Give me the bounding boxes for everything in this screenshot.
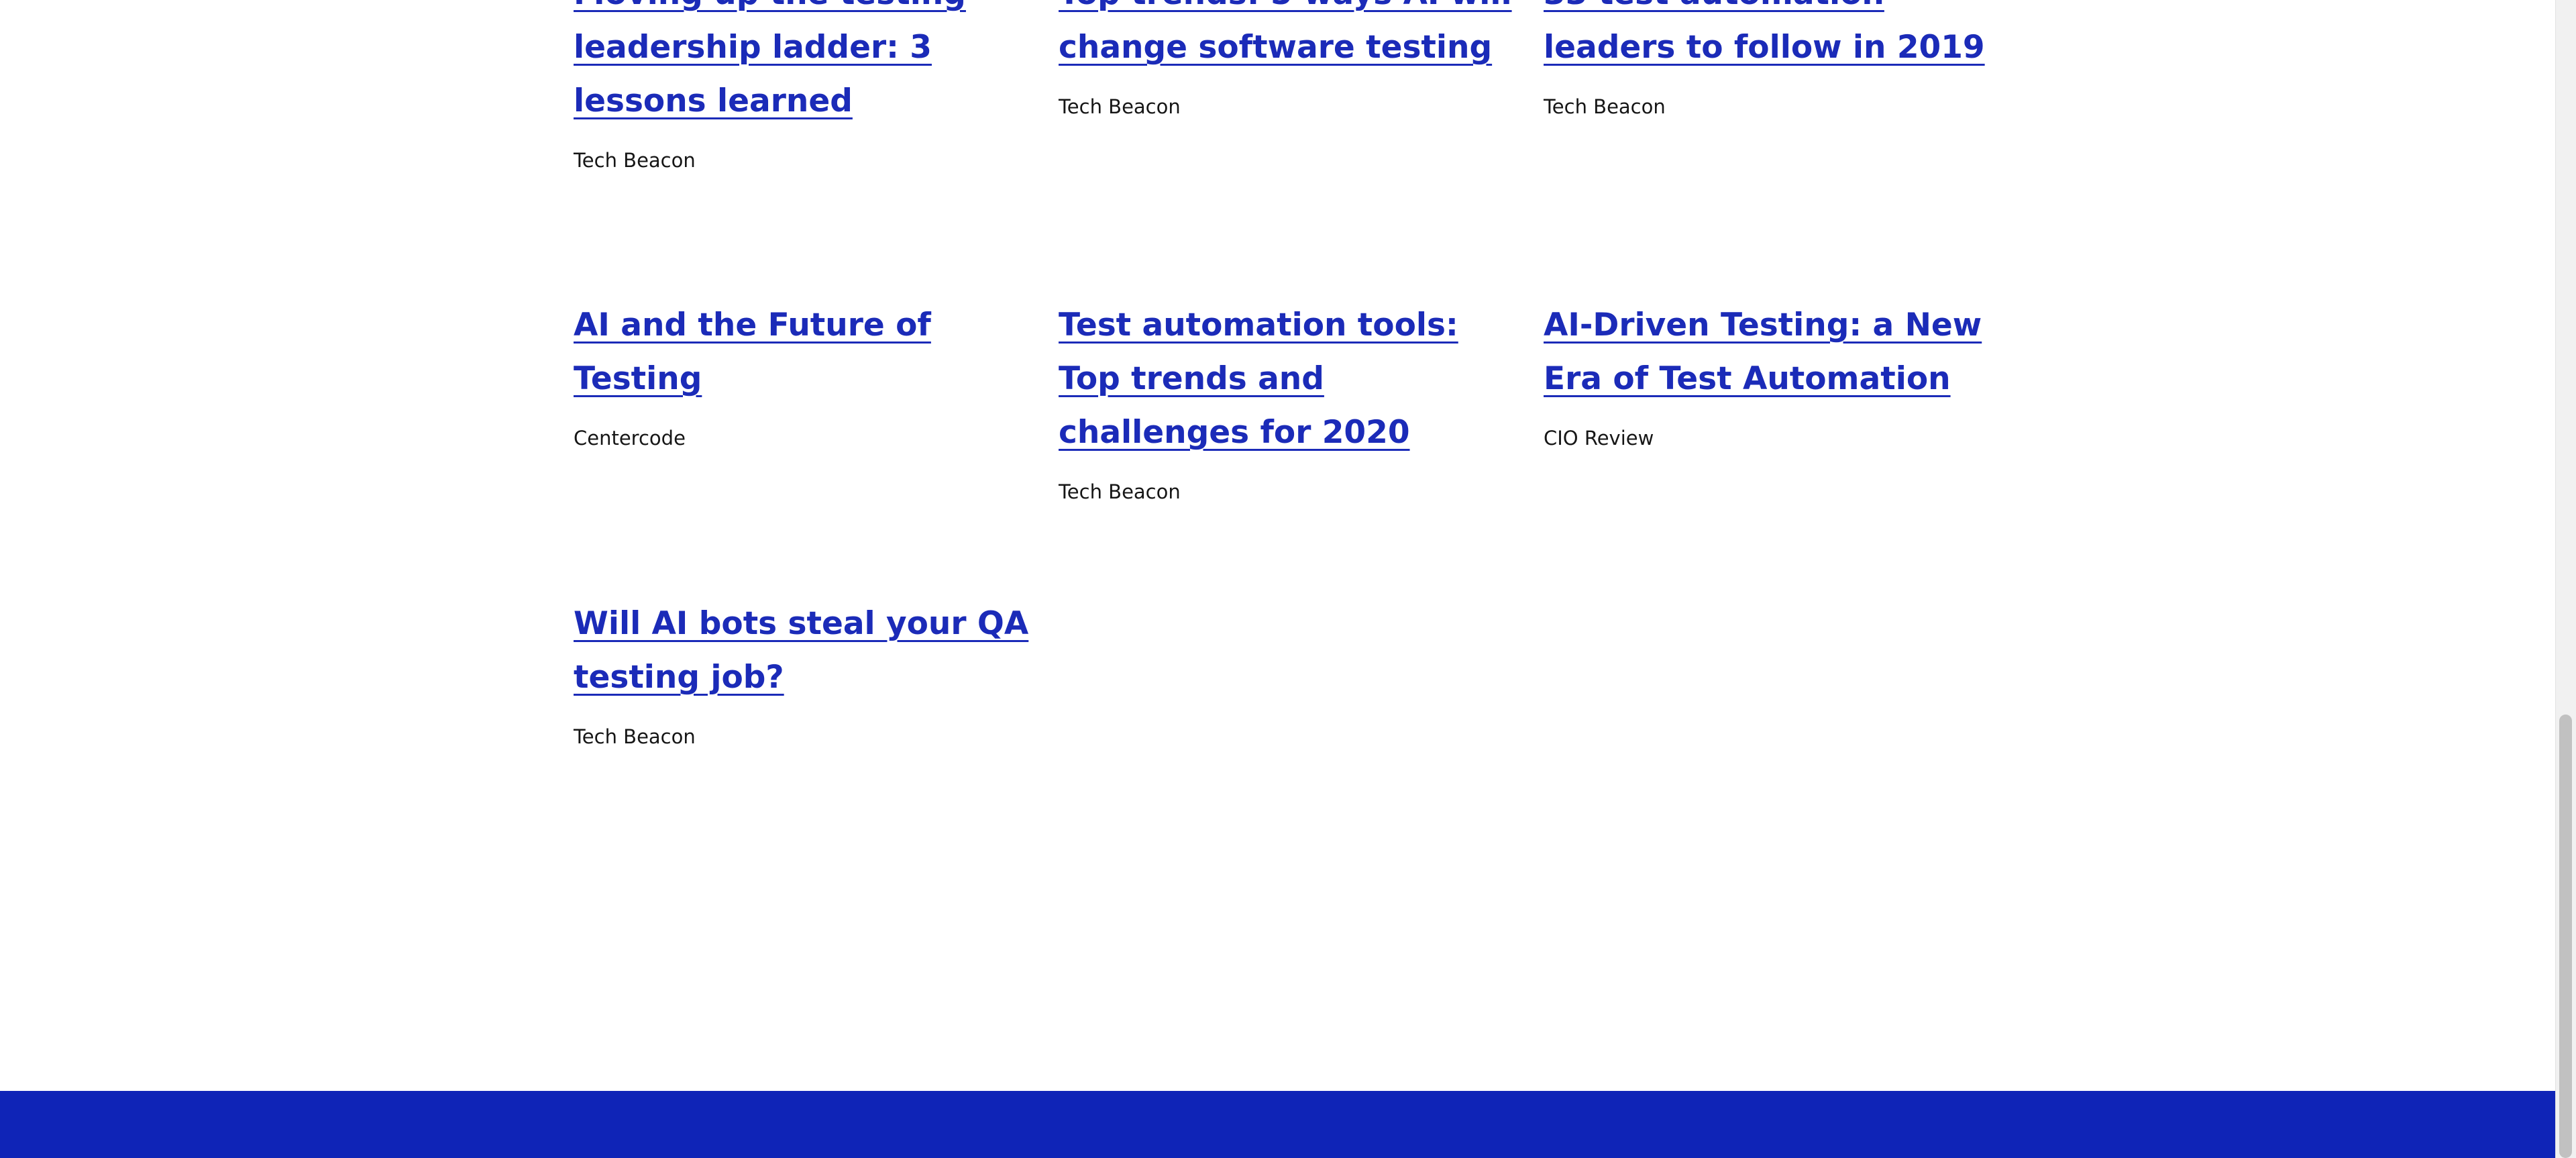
article-source: Centercode <box>574 427 686 450</box>
article-title-link[interactable]: Top trends: 5 ways AI will change softwa… <box>1059 0 1512 66</box>
article-card: Test automation tools: Top trends and ch… <box>1059 299 1544 597</box>
article-card: AI and the Future of Testing Centercode <box>574 299 1059 597</box>
articles-row-2: AI and the Future of Testing Centercode … <box>574 299 2023 597</box>
article-title-link[interactable]: AI-Driven Testing: a New Era of Test Aut… <box>1544 307 1982 397</box>
article-source: Tech Beacon <box>1059 95 1181 118</box>
article-title-link[interactable]: AI and the Future of Testing <box>574 307 931 397</box>
article-card: Will AI bots steal your QA testing job? … <box>574 597 1059 896</box>
article-source: Tech Beacon <box>1059 480 1181 503</box>
page: Moving up the testing leadership ladder:… <box>0 0 2555 1158</box>
articles-row-1: Moving up the testing leadership ladder:… <box>574 0 2023 299</box>
article-source: Tech Beacon <box>574 149 696 172</box>
article-card: 33 test automation leaders to follow in … <box>1544 0 2029 299</box>
footer-band <box>0 1091 2555 1158</box>
article-title-link[interactable]: Will AI bots steal your QA testing job? <box>574 605 1028 696</box>
article-card: AI-Driven Testing: a New Era of Test Aut… <box>1544 299 2029 597</box>
article-source: CIO Review <box>1544 427 1654 450</box>
article-card: Top trends: 5 ways AI will change softwa… <box>1059 0 1544 299</box>
article-title-link[interactable]: 33 test automation leaders to follow in … <box>1544 0 1985 66</box>
scrollbar-thumb[interactable] <box>2559 715 2572 1158</box>
article-source: Tech Beacon <box>574 725 696 748</box>
article-card: Moving up the testing leadership ladder:… <box>574 0 1059 299</box>
article-source: Tech Beacon <box>1544 95 1666 118</box>
article-title-link[interactable]: Moving up the testing leadership ladder:… <box>574 0 966 119</box>
related-articles-grid: Moving up the testing leadership ladder:… <box>574 0 2023 896</box>
article-title-link[interactable]: Test automation tools: Top trends and ch… <box>1059 307 1458 451</box>
articles-row-3: Will AI bots steal your QA testing job? … <box>574 597 2023 896</box>
